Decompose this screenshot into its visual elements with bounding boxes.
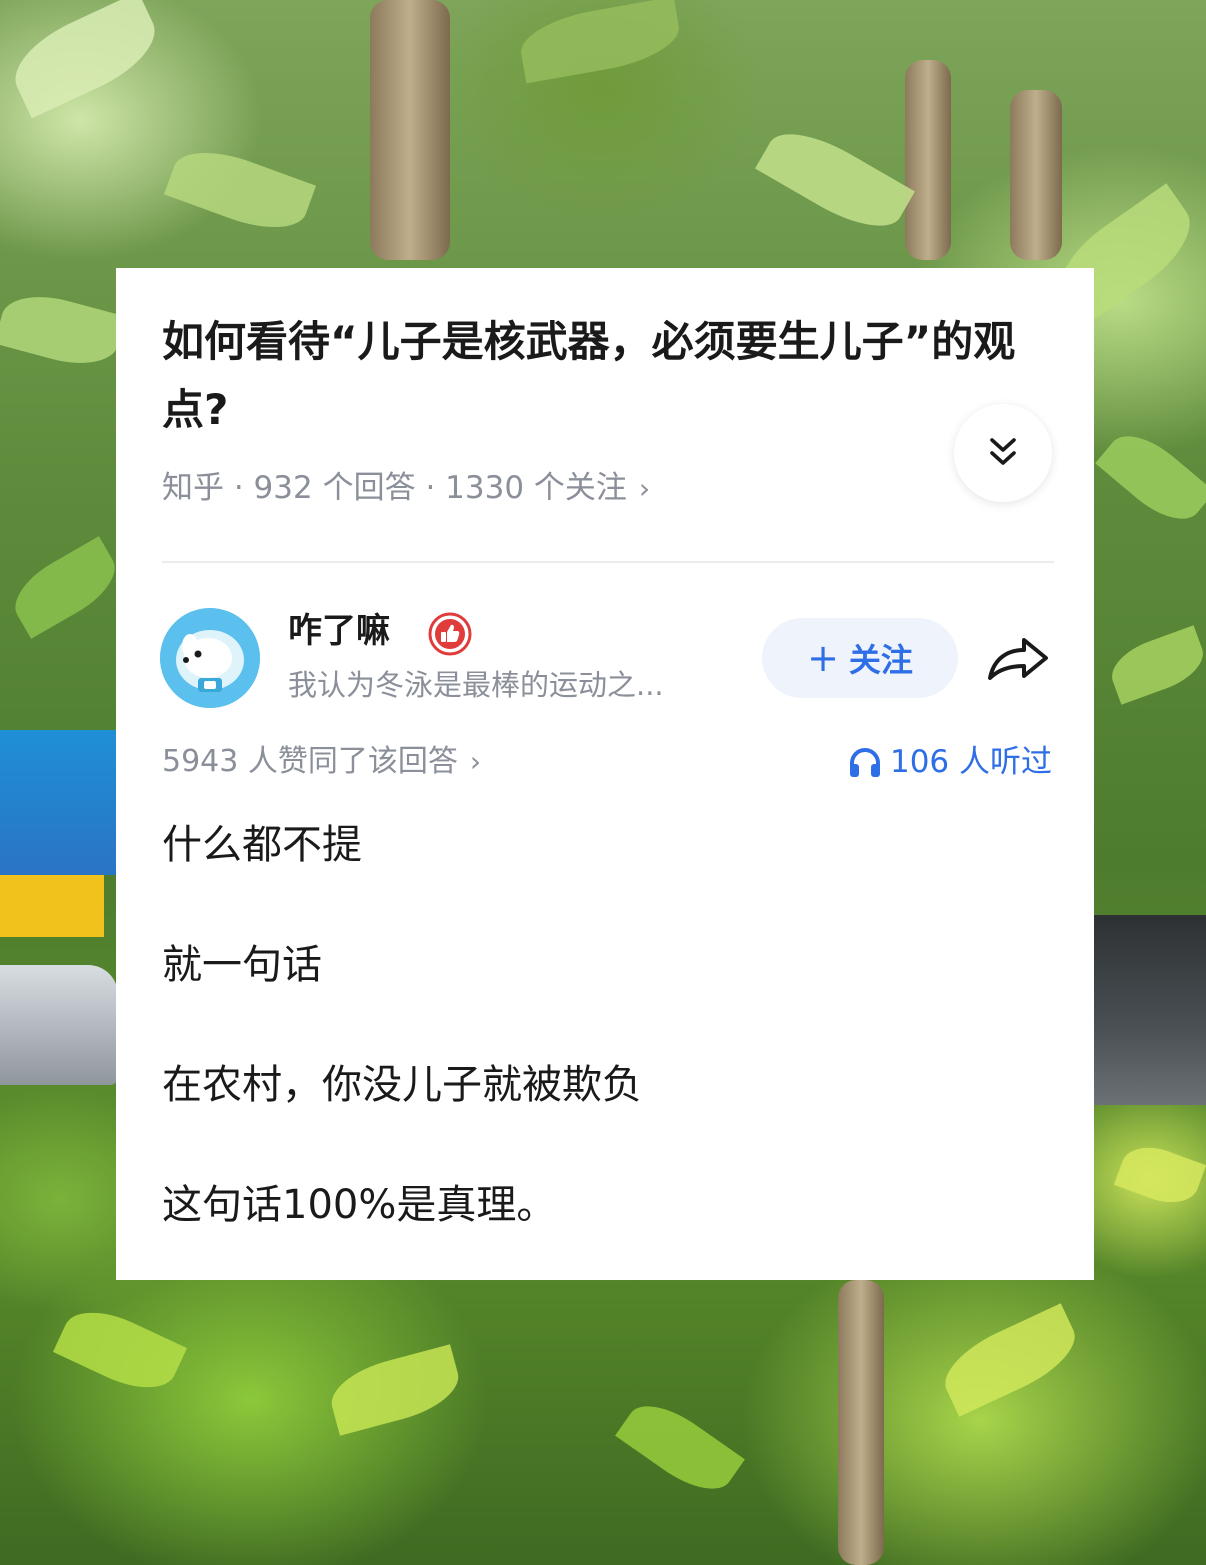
follow-button[interactable]: + 关注 xyxy=(762,618,958,698)
follow-label: 关注 xyxy=(848,641,913,679)
headphones-icon xyxy=(849,748,880,777)
listen-count[interactable]: 106 人听过 xyxy=(848,742,1052,782)
agree-text: 5943 人赞同了该回答 xyxy=(162,744,458,779)
question-title[interactable]: 如何看待“儿子是核武器，必须要生儿子”的观点? xyxy=(162,308,1032,444)
answer-paragraph: 就一句话 xyxy=(162,942,322,988)
listen-text: 106 人听过 xyxy=(889,744,1052,780)
author-name[interactable]: 咋了嘛 xyxy=(288,610,390,652)
plus-icon: + xyxy=(807,636,839,680)
expand-button[interactable] xyxy=(954,404,1052,502)
answer-paragraph: 在农村，你没儿子就被欺负 xyxy=(162,1062,642,1108)
double-chevron-down-icon xyxy=(990,438,1016,465)
thumbs-up-badge-icon xyxy=(428,612,472,656)
answer-paragraph: 什么都不提 xyxy=(162,822,362,868)
avatar-dog-icon xyxy=(160,608,260,708)
chevron-right-icon: › xyxy=(638,472,651,505)
divider xyxy=(162,561,1054,563)
zhihu-answer-card: 如何看待“儿子是核武器，必须要生儿子”的观点? 知乎 · 932 个回答 · 1… xyxy=(116,268,1094,1280)
agree-count[interactable]: 5943 人赞同了该回答 › xyxy=(162,742,481,782)
avatar[interactable] xyxy=(160,608,260,708)
share-arrow-icon[interactable] xyxy=(984,628,1052,688)
question-meta-text: 知乎 · 932 个回答 · 1330 个关注 xyxy=(162,470,627,506)
question-meta[interactable]: 知乎 · 932 个回答 · 1330 个关注 › xyxy=(162,468,650,509)
answer-body[interactable]: 什么都不提 就一句话 在农村，你没儿子就被欺负 这句话100%是真理。 xyxy=(162,816,1042,1296)
chevron-right-icon: › xyxy=(469,745,482,778)
author-bio: 我认为冬泳是最棒的运动之... xyxy=(288,668,664,702)
answer-paragraph: 这句话100%是真理。 xyxy=(162,1182,557,1228)
